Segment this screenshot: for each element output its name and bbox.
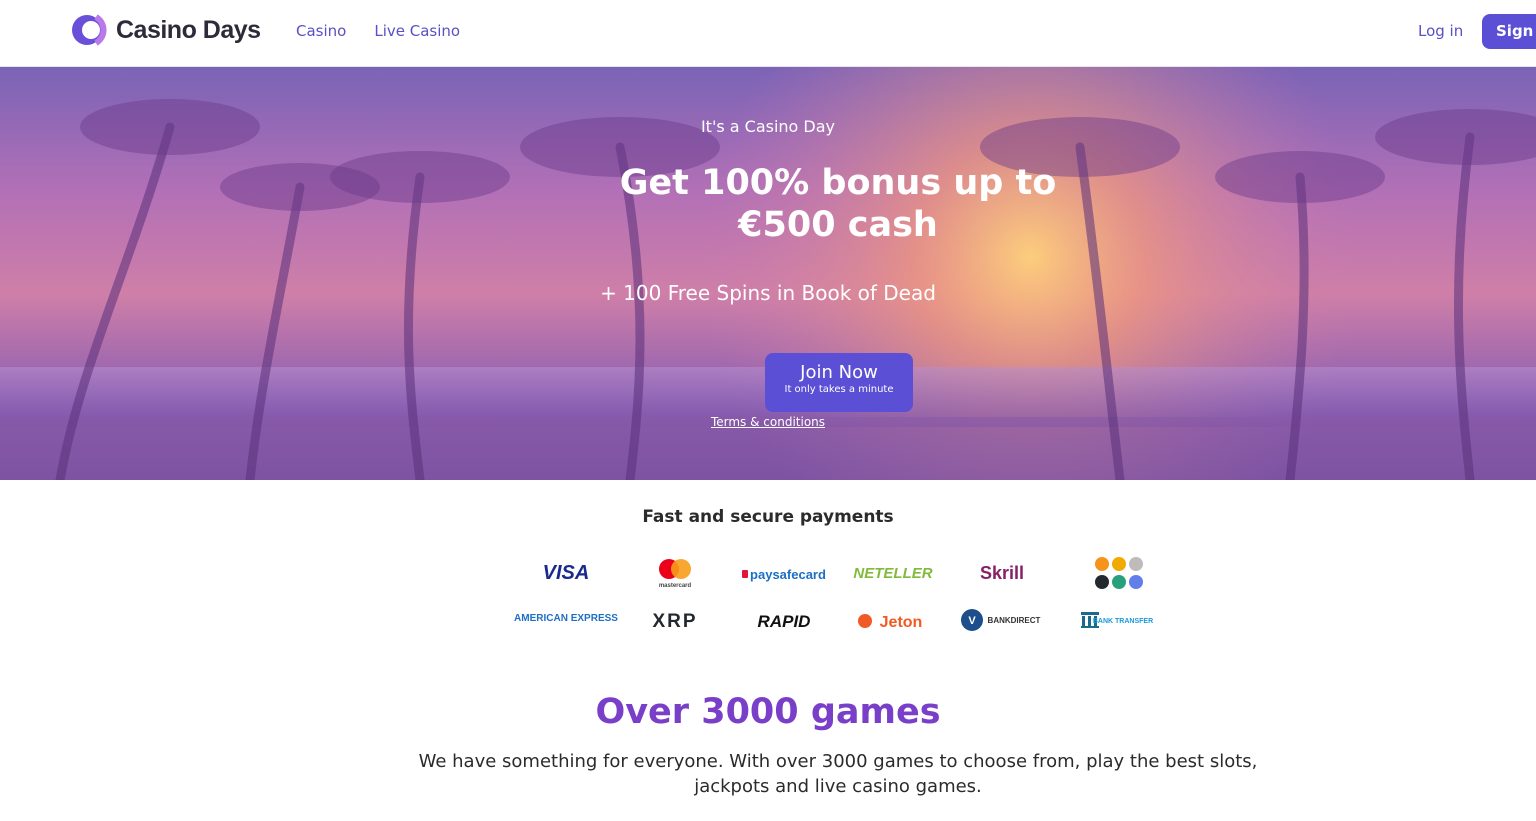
paysafecard-logo: paysafecard bbox=[730, 552, 838, 592]
skrill-logo: Skrill bbox=[948, 552, 1056, 592]
brand-logo[interactable]: Casino Days bbox=[70, 13, 261, 47]
bankdirect-logo: V BANKDIRECT bbox=[948, 600, 1056, 640]
svg-text:Skrill: Skrill bbox=[980, 563, 1024, 583]
signup-button[interactable]: Sign up bbox=[1482, 14, 1536, 49]
games-title: Over 3000 games bbox=[595, 692, 941, 732]
svg-text:XRP: XRP bbox=[652, 611, 697, 632]
visa-logo: VISA bbox=[512, 552, 620, 592]
brand-name: Casino Days bbox=[116, 15, 261, 44]
bank-transfer-logo: BANK TRANSFER bbox=[1057, 600, 1165, 640]
join-now-label: Join Now bbox=[800, 362, 878, 383]
xrp-logo: XRP bbox=[621, 600, 729, 640]
nav-casino[interactable]: Casino bbox=[296, 22, 346, 40]
svg-text:BANKDIRECT: BANKDIRECT bbox=[988, 616, 1041, 625]
hero-free-spins: + 100 Free Spins in Book of Dead bbox=[600, 281, 936, 305]
rapid-logo: RAPID bbox=[730, 600, 838, 640]
payment-methods: VISA mastercard paysafecard NETELLER Skr… bbox=[512, 552, 1168, 642]
svg-text:paysafecard: paysafecard bbox=[750, 567, 826, 582]
main-nav: Casino Live Casino bbox=[296, 22, 460, 40]
casino-days-logo-icon bbox=[72, 14, 107, 46]
amex-logo: AMERICAN EXPRESS bbox=[512, 600, 620, 640]
terms-link[interactable]: Terms & conditions bbox=[0, 415, 1536, 429]
site-header: Casino Days Casino Live Casino Log in Si… bbox=[0, 0, 1536, 67]
svg-text:RAPID: RAPID bbox=[758, 612, 811, 631]
svg-text:mastercard: mastercard bbox=[659, 583, 692, 589]
hero-title: Get 100% bonus up to €500 cash bbox=[619, 163, 1057, 245]
games-description: We have something for everyone. With ove… bbox=[418, 751, 1258, 797]
svg-text:AMERICAN EXPRESS: AMERICAN EXPRESS bbox=[514, 613, 618, 624]
svg-text:VISA: VISA bbox=[543, 562, 590, 584]
jeton-logo: Jeton bbox=[839, 600, 947, 640]
crypto-coins-logo bbox=[1057, 552, 1165, 592]
svg-text:BANK TRANSFER: BANK TRANSFER bbox=[1093, 618, 1153, 625]
hero-subtitle: It's a Casino Day bbox=[700, 117, 836, 136]
svg-text:Jeton: Jeton bbox=[880, 614, 923, 631]
join-now-button[interactable]: Join Now It only takes a minute bbox=[765, 353, 913, 412]
login-link[interactable]: Log in bbox=[1418, 22, 1463, 40]
payments-title: Fast and secure payments bbox=[642, 507, 894, 527]
svg-text:NETELLER: NETELLER bbox=[853, 565, 932, 582]
hero-banner: It's a Casino Day Get 100% bonus up to €… bbox=[0, 67, 1536, 480]
neteller-logo: NETELLER bbox=[839, 552, 947, 592]
nav-live-casino[interactable]: Live Casino bbox=[374, 22, 460, 40]
join-now-sublabel: It only takes a minute bbox=[784, 384, 894, 395]
mastercard-logo: mastercard bbox=[621, 552, 729, 592]
svg-text:V: V bbox=[968, 615, 976, 627]
